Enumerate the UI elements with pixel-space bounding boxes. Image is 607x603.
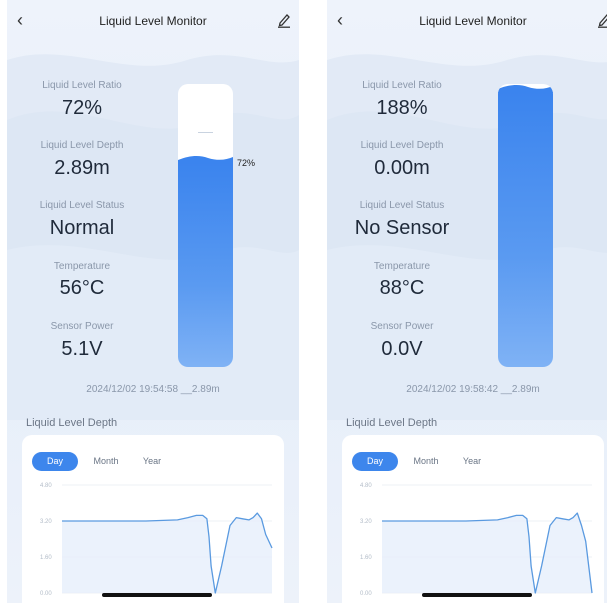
- pencil-icon[interactable]: [597, 12, 607, 28]
- home-indicator[interactable]: [102, 593, 212, 597]
- tank-percent-label: 72%: [237, 158, 256, 168]
- series-area: [62, 513, 272, 593]
- tank-wave: [178, 155, 233, 164]
- liquid-level-depth-value: 2.89m: [54, 157, 110, 179]
- temperature-value: 88°C: [379, 277, 425, 299]
- tab-year[interactable]: Year: [134, 452, 170, 471]
- y-tick-label: 1.60: [40, 555, 52, 561]
- liquid-level-ratio-value: 72%: [61, 97, 103, 119]
- last-update-timestamp: 2024/12/02 19:58:42 __2.89m: [406, 384, 540, 395]
- sensor-power-value: 5.1V: [61, 338, 103, 360]
- liquid-level-depth-label: Liquid Level Depth: [40, 140, 124, 151]
- depth-chart: 4.80 3.20 1.60 0.00: [40, 483, 273, 597]
- stats-column: Liquid Level Ratio 72% Liquid Level Dept…: [7, 0, 167, 380]
- chart-section-title: Liquid Level Depth: [346, 417, 438, 429]
- phone-screen-right: ‹ Liquid Level Monitor Liquid Level Rati…: [327, 0, 607, 603]
- tab-month[interactable]: Month: [406, 452, 446, 471]
- series-area: [382, 513, 592, 593]
- y-tick-label: 4.80: [40, 483, 52, 489]
- tab-month[interactable]: Month: [86, 452, 126, 471]
- liquid-level-ratio-label: Liquid Level Ratio: [42, 80, 122, 91]
- liquid-tank: [498, 84, 553, 367]
- y-tick-label: 0.00: [40, 591, 52, 597]
- pencil-icon[interactable]: [277, 12, 291, 28]
- liquid-level-status-value: No Sensor: [354, 217, 450, 239]
- liquid-level-ratio-value: 188%: [376, 97, 428, 119]
- liquid-level-depth-value: 0.00m: [374, 157, 430, 179]
- tank-level-mark: [198, 132, 213, 133]
- chart-card: Day Month Year 4.80 3.20 1.60 0.00: [342, 435, 604, 603]
- stats-column: Liquid Level Ratio 188% Liquid Level Dep…: [327, 0, 487, 380]
- temperature-value: 56°C: [59, 277, 105, 299]
- chart-card: Day Month Year 4.80 3.20 1.60 0.00: [22, 435, 284, 603]
- sensor-power-value: 0.0V: [381, 338, 423, 360]
- liquid-level-ratio-label: Liquid Level Ratio: [362, 80, 442, 91]
- y-tick-label: 3.20: [360, 519, 372, 525]
- phone-screen-left: ‹ Liquid Level Monitor Liquid Level Rati…: [7, 0, 299, 603]
- last-update-timestamp: 2024/12/02 19:54:58 __2.89m: [86, 384, 220, 395]
- tank-fill: [178, 163, 233, 367]
- liquid-level-depth-label: Liquid Level Depth: [360, 140, 444, 151]
- sensor-power-label: Sensor Power: [370, 321, 434, 332]
- tank-fill: [498, 92, 553, 367]
- temperature-label: Temperature: [53, 261, 111, 272]
- chart-section-title: Liquid Level Depth: [26, 417, 118, 429]
- sensor-power-label: Sensor Power: [50, 321, 114, 332]
- y-tick-label: 0.00: [360, 591, 372, 597]
- depth-chart: 4.80 3.20 1.60 0.00: [360, 483, 593, 597]
- liquid-level-status-label: Liquid Level Status: [359, 200, 445, 211]
- y-tick-label: 4.80: [360, 483, 372, 489]
- y-tick-label: 3.20: [40, 519, 52, 525]
- liquid-level-status-value: Normal: [49, 217, 115, 239]
- home-indicator[interactable]: [422, 593, 532, 597]
- tab-day[interactable]: Day: [32, 452, 78, 471]
- temperature-label: Temperature: [373, 261, 431, 272]
- liquid-level-status-label: Liquid Level Status: [39, 200, 125, 211]
- tab-year[interactable]: Year: [454, 452, 490, 471]
- tank-wave: [498, 84, 553, 93]
- liquid-tank: [178, 84, 233, 367]
- y-tick-label: 1.60: [360, 555, 372, 561]
- tab-day[interactable]: Day: [352, 452, 398, 471]
